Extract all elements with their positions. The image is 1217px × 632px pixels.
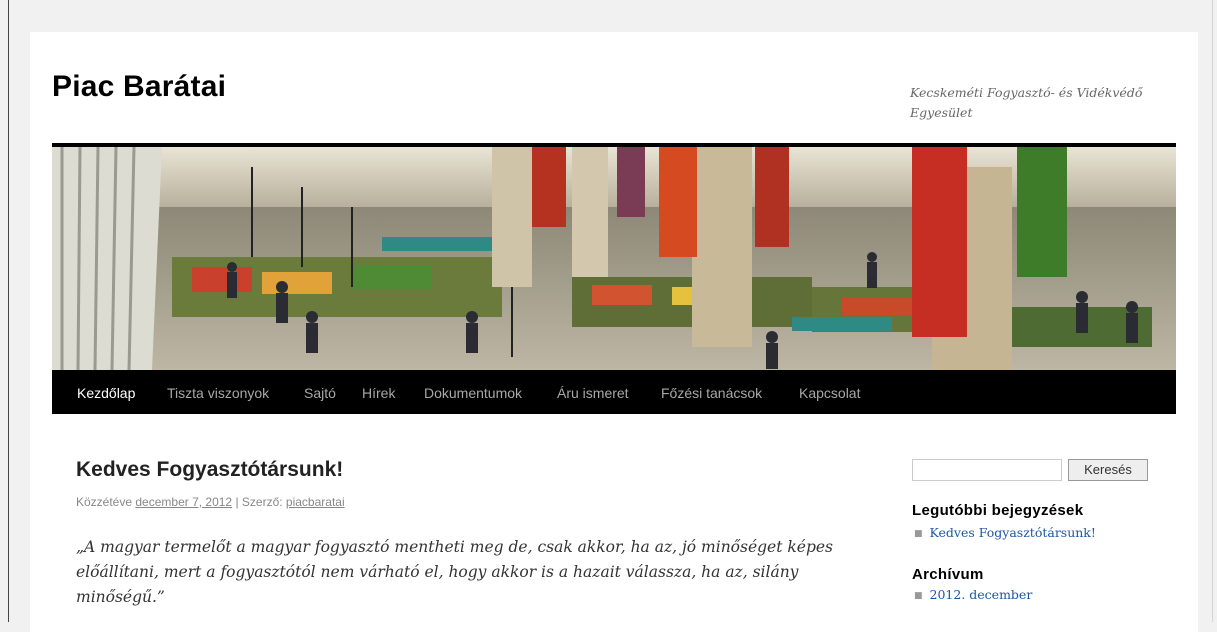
archive-label: 2012. december [929, 587, 1033, 602]
post-title[interactable]: Kedves Fogyasztótársunk! [76, 458, 343, 482]
header-banner-image [52, 147, 1176, 370]
nav-item-sajto[interactable]: Sajtó [304, 370, 336, 414]
bullet-icon: ■ [914, 591, 923, 601]
post-meta: Közzétéve december 7, 2012 | Szerző: pia… [76, 495, 345, 509]
post-quote: „A magyar termelőt a magyar fogyasztó me… [76, 538, 834, 606]
recent-post-label: Kedves Fogyasztótársunk! [929, 525, 1096, 540]
nav-item-dokumentumok[interactable]: Dokumentumok [424, 370, 522, 414]
site-description: Kecskeméti Fogyasztó- és Vidékvédő Egyes… [910, 85, 1143, 120]
market-hall-illustration [52, 147, 1176, 370]
window-left-edge [8, 0, 9, 622]
nav-item-fozesi-tanacsok[interactable]: Főzési tanácsok [661, 370, 762, 414]
post-meta-separator: | Szerző: [232, 495, 286, 509]
archive-link[interactable]: ■ 2012. december [914, 587, 1032, 602]
nav-item-hirek[interactable]: Hírek [362, 370, 395, 414]
bullet-icon: ■ [914, 529, 923, 539]
search-button[interactable]: Keresés [1068, 459, 1148, 481]
recent-posts-title: Legutóbbi bejegyzések [912, 502, 1084, 519]
search-input[interactable] [912, 459, 1062, 481]
recent-post-link[interactable]: ■ Kedves Fogyasztótársunk! [914, 525, 1096, 540]
nav-item-aru-ismeret[interactable]: Áru ismeret [557, 370, 629, 414]
main-navigation: Kezdőlap Tiszta viszonyok Sajtó Hírek Do… [52, 370, 1176, 414]
nav-item-tiszta-viszonyok[interactable]: Tiszta viszonyok [167, 370, 269, 414]
post-date-link[interactable]: december 7, 2012 [135, 495, 232, 509]
site-title[interactable]: Piac Barátai [52, 70, 226, 104]
nav-item-kezdolap[interactable]: Kezdőlap [77, 370, 135, 414]
page-container: Piac Barátai Kecskeméti Fogyasztó- és Vi… [30, 32, 1198, 632]
window-right-edge [1212, 0, 1213, 622]
archive-title: Archívum [912, 566, 984, 583]
nav-item-kapcsolat[interactable]: Kapcsolat [799, 370, 860, 414]
post-meta-prefix: Közzétéve [76, 495, 136, 509]
post-author-link[interactable]: piacbaratai [286, 495, 345, 509]
